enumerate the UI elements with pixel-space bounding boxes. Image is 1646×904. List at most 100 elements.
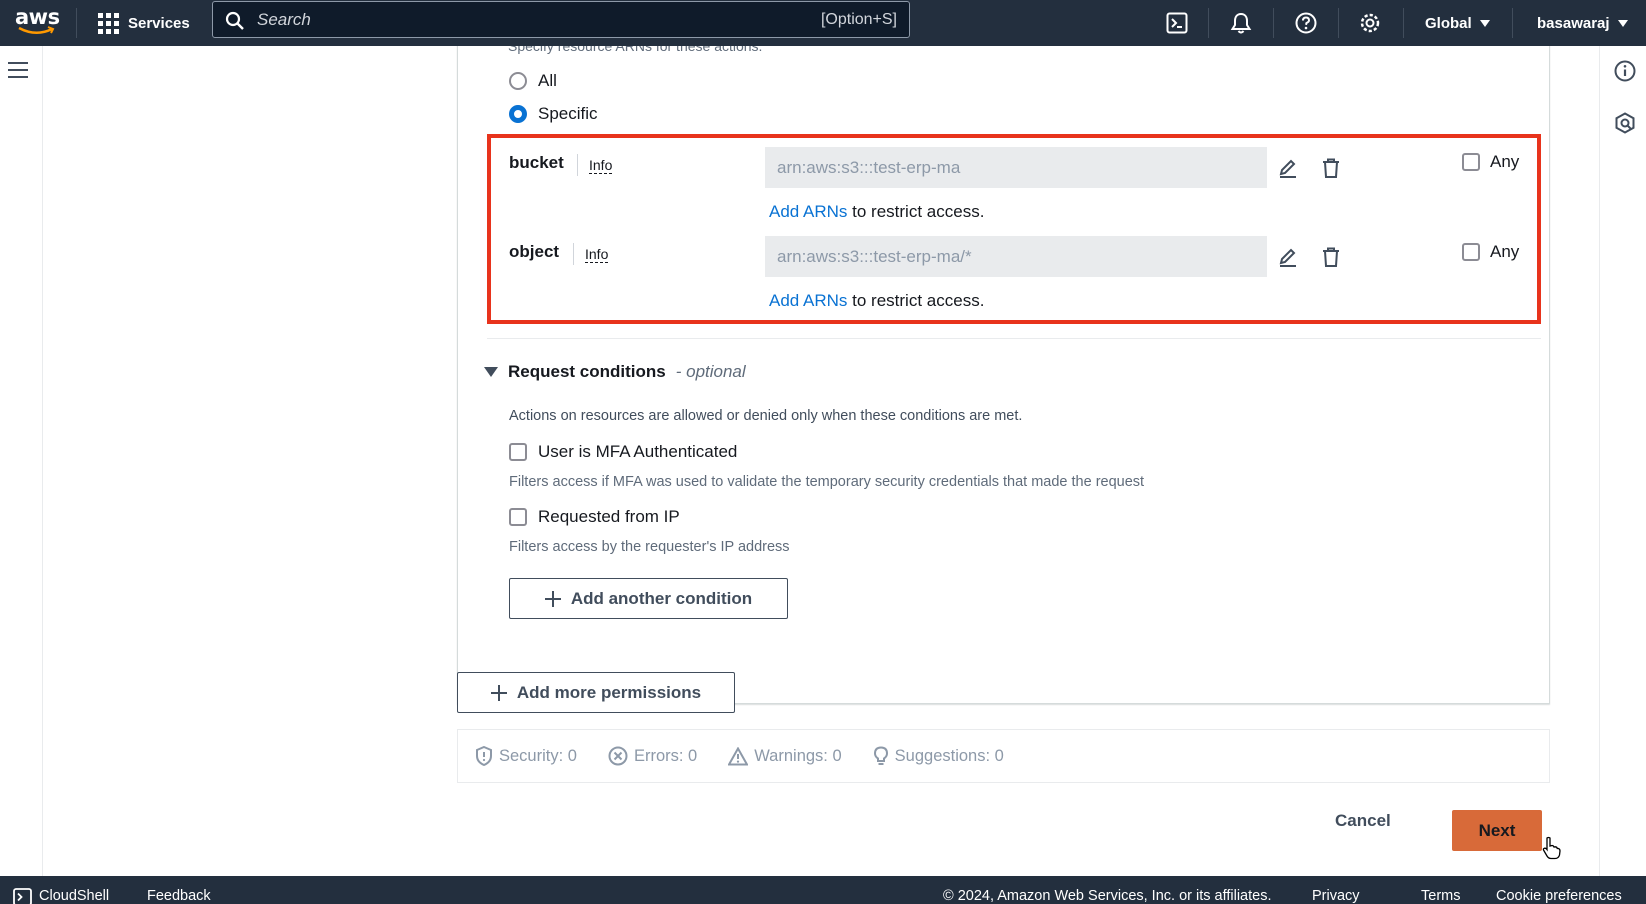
suggestions-count[interactable]: Suggestions: 0 [873,746,1004,766]
checkbox[interactable] [1462,243,1480,261]
mfa-description: Filters access if MFA was used to valida… [509,474,1145,490]
error-icon [608,746,628,766]
next-label: Next [1478,820,1516,840]
search-shortcut-hint: [Option+S] [820,11,897,28]
shield-icon [476,746,492,766]
region-selector[interactable]: Global [1425,0,1490,46]
cancel-button[interactable]: Cancel [1335,811,1391,831]
search-box: [Option+S] [212,1,910,38]
any-checkbox-bucket[interactable]: Any [1462,152,1519,172]
footer-copyright: © 2024, Amazon Web Services, Inc. or its… [943,888,1272,904]
arn-field-bucket[interactable] [765,147,1267,188]
help-icon[interactable] [1291,8,1321,38]
radio-specific[interactable]: Specific [509,104,598,124]
add-arns-suffix: to restrict access. [847,291,985,310]
top-navigation: aws Services [Option+S] Global basa [0,0,1646,46]
add-condition-button[interactable]: Add another condition [509,578,788,619]
warning-icon [728,746,749,765]
caret-down-icon [1479,19,1490,27]
nav-divider [1273,8,1274,38]
suggestions-label: Suggestions: 0 [894,746,1004,765]
nav-divider [1208,8,1209,38]
services-label: Services [128,14,190,32]
info-link[interactable]: Info [585,246,609,263]
hand-cursor-icon [1542,836,1561,860]
add-arns-link[interactable]: Add ARNs [769,202,847,221]
security-label: Security: 0 [499,746,577,765]
plus-icon [490,684,507,701]
conditions-description: Actions on resources are allowed or deni… [509,408,1023,424]
lightbulb-icon [873,746,888,765]
checkbox[interactable] [509,508,527,526]
caret-down-icon [484,367,498,377]
warnings-label: Warnings: 0 [754,746,842,765]
menu-icon[interactable] [8,62,28,78]
add-condition-label: Add another condition [570,588,753,608]
resources-description: Specify resource ARNs for these actions. [508,46,763,54]
warnings-count[interactable]: Warnings: 0 [728,746,842,766]
resource-label-bucket: bucket [509,153,564,172]
add-arns-text: Add ARNs to restrict access. [769,202,984,222]
right-rail [1599,46,1646,876]
nav-divider [1512,8,1513,38]
next-button[interactable]: Next [1452,810,1542,851]
request-conditions-toggle[interactable]: Request conditions - optional [484,362,746,382]
info-icon[interactable] [1614,60,1636,82]
radio-all[interactable]: All [509,71,557,91]
footer-feedback-link[interactable]: Feedback [147,888,211,904]
optional-label: - optional [675,362,746,381]
support-icon[interactable] [1614,112,1636,134]
add-permissions-button[interactable]: Add more permissions [457,672,735,713]
account-menu[interactable]: basawaraj [1537,0,1628,46]
aws-logo[interactable]: aws [14,4,60,40]
radio-button[interactable] [509,72,527,90]
mfa-checkbox-row[interactable]: User is MFA Authenticated [509,442,737,462]
security-count[interactable]: Security: 0 [475,746,577,766]
ip-description: Filters access by the requester's IP add… [509,539,790,555]
cloudshell-icon[interactable] [1162,8,1192,38]
info-separator [573,243,574,265]
errors-count[interactable]: Errors: 0 [608,746,697,766]
bell-icon[interactable] [1226,8,1256,38]
info-separator [577,154,578,176]
section-divider [487,338,1541,339]
trash-icon[interactable] [1317,154,1345,182]
search-icon [225,11,244,30]
add-arns-text: Add ARNs to restrict access. [769,291,984,311]
footer-cookie-link[interactable]: Cookie preferences [1496,888,1622,904]
any-label: Any [1490,152,1520,171]
search-input[interactable] [257,2,777,37]
policy-validation-bar: Security: 0 Errors: 0 Warnings: 0 Sugges… [457,729,1550,783]
request-conditions-title: Request conditions [508,362,666,381]
arn-field-object[interactable] [765,236,1267,277]
edit-icon[interactable] [1274,154,1302,182]
footer-terms-link[interactable]: Terms [1421,888,1460,904]
footer-privacy-link[interactable]: Privacy [1312,888,1360,904]
aws-smile-icon [18,26,55,34]
services-menu-button[interactable]: Services [98,0,190,46]
add-permissions-label: Add more permissions [516,682,702,702]
cloudshell-icon[interactable] [13,888,32,904]
trash-icon[interactable] [1317,243,1345,271]
radio-label: All [538,71,557,90]
radio-label: Specific [538,104,598,123]
settings-icon[interactable] [1355,8,1385,38]
account-label: basawaraj [1537,14,1610,32]
caret-down-icon [1617,19,1628,27]
checkbox[interactable] [1462,153,1480,171]
nav-divider [1403,8,1404,38]
grid-icon [98,12,119,34]
add-arns-link[interactable]: Add ARNs [769,291,847,310]
info-link[interactable]: Info [589,157,613,174]
radio-button[interactable] [509,105,527,123]
main-content: Specify resource ARNs for these actions.… [43,46,1599,876]
ip-checkbox-row[interactable]: Requested from IP [509,507,680,527]
any-checkbox-object[interactable]: Any [1462,242,1519,262]
nav-divider [76,8,77,38]
checkbox[interactable] [509,443,527,461]
edit-icon[interactable] [1274,243,1302,271]
plus-icon [544,590,561,607]
footer: CloudShell Feedback © 2024, Amazon Web S… [0,876,1646,904]
nav-divider [1338,8,1339,38]
footer-cloudshell-link[interactable]: CloudShell [39,888,109,904]
